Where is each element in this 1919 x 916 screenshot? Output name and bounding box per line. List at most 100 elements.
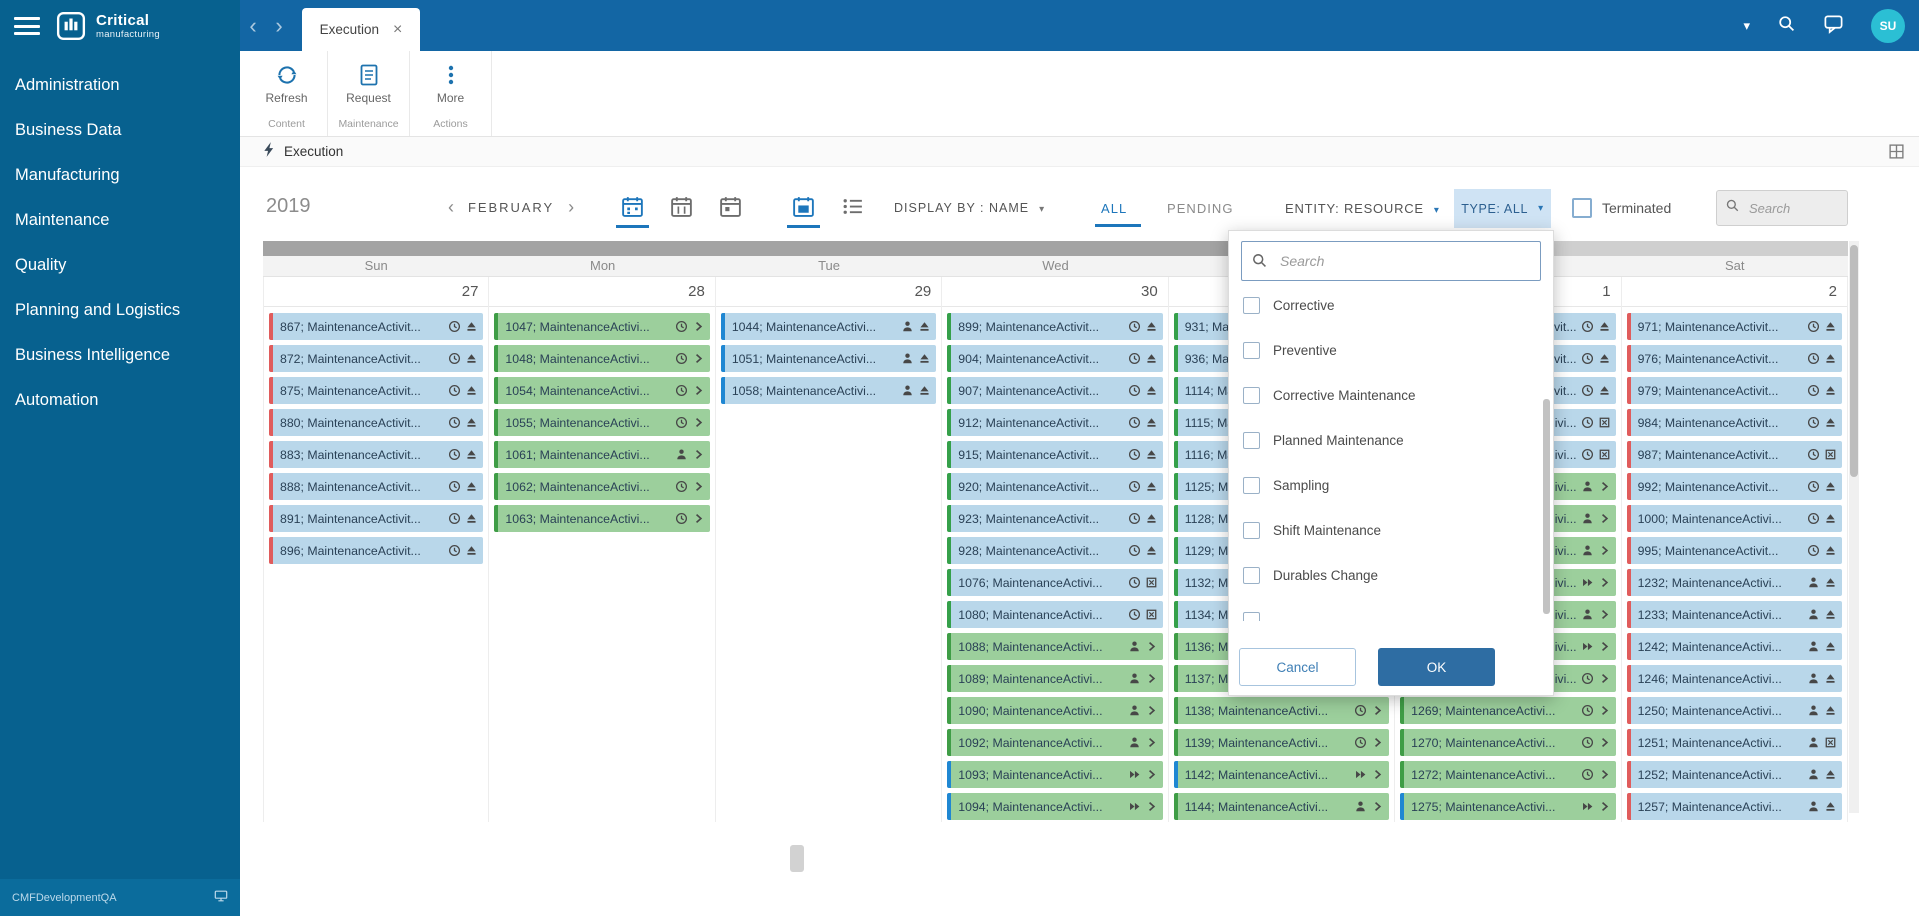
calendar-entry[interactable]: 1272; MaintenanceActivi...	[1400, 761, 1615, 788]
calendar-entry[interactable]: 1089; MaintenanceActivi...	[947, 665, 1162, 692]
calendar-entry[interactable]: 915; MaintenanceActivit...	[947, 441, 1162, 468]
calendar-entry[interactable]: 1139; MaintenanceActivi...	[1174, 729, 1389, 756]
request-button[interactable]: Request Maintenance	[328, 51, 410, 136]
type-dropdown-button[interactable]: TYPE: ALL▾	[1454, 189, 1551, 228]
forward-icon[interactable]: ›	[266, 0, 292, 51]
calendar-entry[interactable]: 976; MaintenanceActivit...	[1627, 345, 1842, 372]
calendar-entry[interactable]: 1000; MaintenanceActivi...	[1627, 505, 1842, 532]
calendar-entry[interactable]: 1142; MaintenanceActivi...	[1174, 761, 1389, 788]
checkbox[interactable]	[1243, 387, 1260, 404]
calendar-entry[interactable]: 1233; MaintenanceActivi...	[1627, 601, 1842, 628]
calendar-entry[interactable]: 1080; MaintenanceActivi...	[947, 601, 1162, 628]
calendar-entry[interactable]: 888; MaintenanceActivit...	[269, 473, 483, 500]
calendar-entry[interactable]: 1044; MaintenanceActivi...	[721, 313, 936, 340]
tab-pending[interactable]: PENDING	[1167, 201, 1234, 216]
calendar-entry[interactable]: 1093; MaintenanceActivi...	[947, 761, 1162, 788]
month-view-icon[interactable]	[620, 194, 645, 224]
calendar-entry[interactable]: 1088; MaintenanceActivi...	[947, 633, 1162, 660]
calendar-entry[interactable]: 1275; MaintenanceActivi...	[1400, 793, 1615, 820]
week-view-icon[interactable]	[669, 194, 694, 224]
calendar-entry[interactable]: 899; MaintenanceActivit...	[947, 313, 1162, 340]
scrollbar-thumb[interactable]	[263, 241, 1246, 256]
sidebar-item-maintenance[interactable]: Maintenance	[0, 198, 240, 243]
avatar[interactable]: SU	[1871, 9, 1905, 43]
sidebar-item-planning-and-logistics[interactable]: Planning and Logistics	[0, 288, 240, 333]
calendar-entry[interactable]: 1251; MaintenanceActivi...	[1627, 729, 1842, 756]
calendar-entry[interactable]: 1047; MaintenanceActivi...	[494, 313, 709, 340]
calendar-entry[interactable]: 1257; MaintenanceActivi...	[1627, 793, 1842, 820]
next-month-icon[interactable]: ›	[568, 199, 574, 215]
calendar-entry[interactable]: 1242; MaintenanceActivi...	[1627, 633, 1842, 660]
sidebar-item-business-data[interactable]: Business Data	[0, 108, 240, 153]
ok-button[interactable]: OK	[1378, 648, 1495, 686]
schedule-view-icon[interactable]	[791, 194, 816, 224]
calendar-search[interactable]	[1716, 190, 1848, 226]
type-option[interactable]: Sampling	[1243, 463, 1553, 508]
checkbox[interactable]	[1243, 522, 1260, 539]
close-icon[interactable]: ×	[393, 21, 402, 39]
refresh-button[interactable]: Refresh Content	[246, 51, 328, 136]
calendar-entry[interactable]: 987; MaintenanceActivit...	[1627, 441, 1842, 468]
calendar-entry[interactable]: 883; MaintenanceActivit...	[269, 441, 483, 468]
type-option-partial[interactable]	[1243, 598, 1553, 621]
more-button[interactable]: More Actions	[410, 51, 492, 136]
sidebar-item-business-intelligence[interactable]: Business Intelligence	[0, 333, 240, 378]
calendar-entry[interactable]: 1055; MaintenanceActivi...	[494, 409, 709, 436]
calendar-entry[interactable]: 992; MaintenanceActivit...	[1627, 473, 1842, 500]
tab-execution[interactable]: Execution ×	[302, 8, 420, 51]
calendar-entry[interactable]: 1051; MaintenanceActivi...	[721, 345, 936, 372]
calendar-entry[interactable]: 1061; MaintenanceActivi...	[494, 441, 709, 468]
calendar-entry[interactable]: 1090; MaintenanceActivi...	[947, 697, 1162, 724]
calendar-entry[interactable]: 1250; MaintenanceActivi...	[1627, 697, 1842, 724]
calendar-entry[interactable]: 1092; MaintenanceActivi...	[947, 729, 1162, 756]
calendar-entry[interactable]: 896; MaintenanceActivit...	[269, 537, 483, 564]
sidebar-item-automation[interactable]: Automation	[0, 378, 240, 423]
checkbox[interactable]	[1243, 342, 1260, 359]
calendar-entry[interactable]: 1063; MaintenanceActivi...	[494, 505, 709, 532]
tab-all[interactable]: ALL	[1101, 201, 1127, 216]
calendar-entry[interactable]: 880; MaintenanceActivit...	[269, 409, 483, 436]
calendar-entry[interactable]: 984; MaintenanceActivit...	[1627, 409, 1842, 436]
calendar-entry[interactable]: 1232; MaintenanceActivi...	[1627, 569, 1842, 596]
calendar-entry[interactable]: 904; MaintenanceActivit...	[947, 345, 1162, 372]
type-option[interactable]: Shift Maintenance	[1243, 508, 1553, 553]
display-by-dropdown[interactable]: DISPLAY BY : NAME▾	[894, 201, 1045, 215]
calendar-entry[interactable]: 923; MaintenanceActivit...	[947, 505, 1162, 532]
scrollbar-thumb[interactable]	[790, 845, 804, 872]
calendar-entry[interactable]: 1076; MaintenanceActivi...	[947, 569, 1162, 596]
checkbox[interactable]	[1243, 567, 1260, 584]
calendar-entry[interactable]: 979; MaintenanceActivit...	[1627, 377, 1842, 404]
checkbox[interactable]	[1243, 297, 1260, 314]
scrollbar-thumb[interactable]	[1850, 245, 1858, 477]
type-option[interactable]: Planned Maintenance	[1243, 418, 1553, 463]
menu-icon[interactable]	[14, 15, 40, 37]
chat-icon[interactable]	[1823, 13, 1844, 39]
checkbox[interactable]	[1243, 432, 1260, 449]
search-input[interactable]	[1747, 200, 1837, 217]
calendar-entry[interactable]: 1269; MaintenanceActivi...	[1400, 697, 1615, 724]
type-option[interactable]: Durables Change	[1243, 553, 1553, 598]
list-view-icon[interactable]	[840, 194, 865, 224]
terminated-checkbox[interactable]	[1572, 198, 1592, 218]
type-option[interactable]: Corrective	[1243, 283, 1553, 328]
calendar-entry[interactable]: 971; MaintenanceActivit...	[1627, 313, 1842, 340]
search-icon[interactable]	[1777, 14, 1796, 38]
entity-dropdown[interactable]: ENTITY: RESOURCE▾	[1285, 201, 1440, 216]
calendar-entry[interactable]: 912; MaintenanceActivit...	[947, 409, 1162, 436]
type-filter-search-input[interactable]	[1241, 241, 1541, 281]
vertical-scrollbar[interactable]	[1849, 241, 1859, 813]
back-icon[interactable]: ‹	[240, 0, 266, 51]
chevron-down-icon[interactable]: ▾	[1743, 18, 1750, 34]
calendar-entry[interactable]: 995; MaintenanceActivit...	[1627, 537, 1842, 564]
calendar-entry[interactable]: 1062; MaintenanceActivi...	[494, 473, 709, 500]
calendar-entry[interactable]: 875; MaintenanceActivit...	[269, 377, 483, 404]
calendar-entry[interactable]: 1058; MaintenanceActivi...	[721, 377, 936, 404]
calendar-entry[interactable]: 1138; MaintenanceActivi...	[1174, 697, 1389, 724]
type-option[interactable]: Preventive	[1243, 328, 1553, 373]
grid-panel-icon[interactable]	[1888, 143, 1905, 160]
calendar-entry[interactable]: 1246; MaintenanceActivi...	[1627, 665, 1842, 692]
prev-month-icon[interactable]: ‹	[448, 199, 454, 215]
calendar-entry[interactable]: 1252; MaintenanceActivi...	[1627, 761, 1842, 788]
sidebar-item-administration[interactable]: Administration	[0, 63, 240, 108]
day-view-icon[interactable]	[718, 194, 743, 224]
